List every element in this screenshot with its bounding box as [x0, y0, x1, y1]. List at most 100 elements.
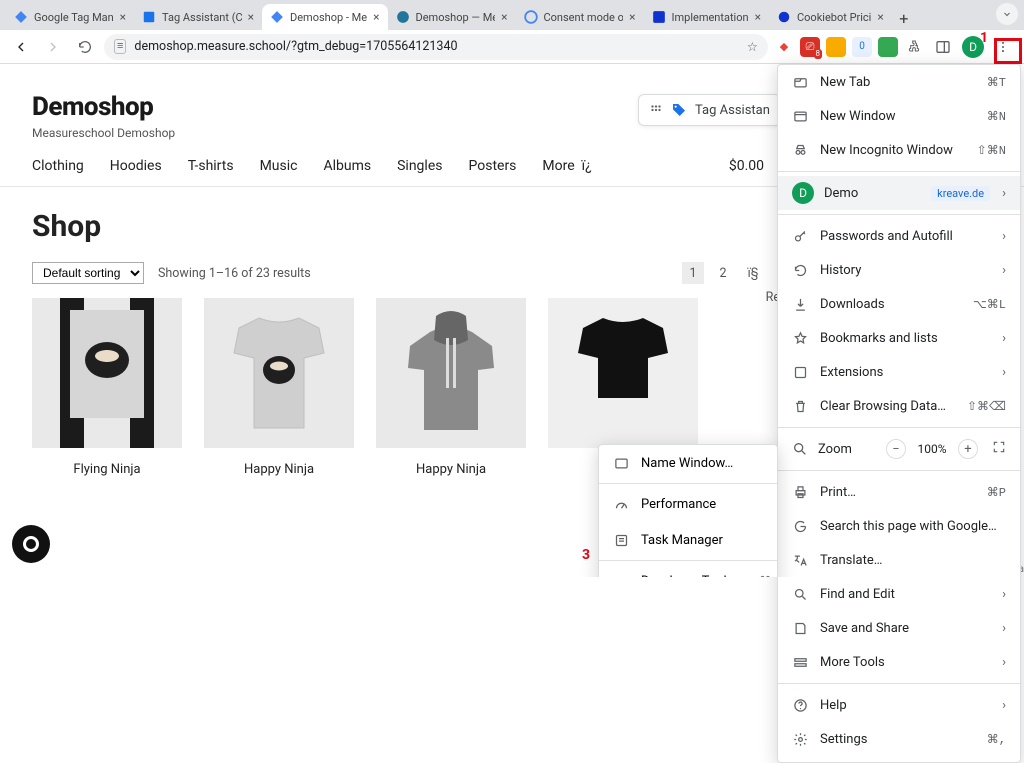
ext-icon-counter[interactable]: 0: [852, 37, 872, 57]
tag-assistant-pill[interactable]: Tag Assistan: [638, 94, 781, 126]
product-card[interactable]: Happy Ninja: [204, 298, 354, 477]
menu-incognito[interactable]: New Incognito Window ⇧⌘N: [778, 133, 1020, 167]
ext-icon-adblock[interactable]: ⎚: [800, 37, 820, 57]
chevron-right-icon: ›: [1002, 263, 1006, 278]
fullscreen-button[interactable]: [992, 440, 1006, 458]
page-next[interactable]: ï§: [742, 262, 764, 284]
menu-new-tab[interactable]: New Tab ⌘T: [778, 65, 1020, 99]
menu-clear-data[interactable]: Clear Browsing Data… ⇧⌘⌫: [778, 389, 1020, 423]
shop-controls: Default sorting Showing 1–16 of 23 resul…: [32, 262, 764, 284]
menu-find[interactable]: Find and Edit ›: [778, 577, 1020, 611]
tab-cookiebot-pricing[interactable]: Cookiebot Prici ×: [769, 4, 892, 30]
menu-downloads[interactable]: Downloads ⌥⌘L: [778, 287, 1020, 321]
close-icon[interactable]: ×: [501, 10, 507, 24]
zoom-in-button[interactable]: +: [958, 439, 978, 459]
tools-icon: [792, 654, 808, 670]
address-bar[interactable]: ≡ demoshop.measure.school/?gtm_debug=170…: [104, 34, 768, 60]
chrome-menu-button[interactable]: [990, 34, 1016, 60]
menu-bookmarks[interactable]: Bookmarks and lists ›: [778, 321, 1020, 355]
extensions-puzzle-icon[interactable]: [904, 37, 924, 57]
menu-extensions[interactable]: Extensions ›: [778, 355, 1020, 389]
tab-demoshop-active[interactable]: Demoshop - Me ×: [262, 4, 388, 30]
menu-history[interactable]: History ›: [778, 253, 1020, 287]
product-image: [376, 298, 526, 448]
ext-icon-amber[interactable]: [826, 37, 846, 57]
tab-implementation[interactable]: Implementation ×: [644, 4, 770, 30]
menu-developer-tools[interactable]: Developer Tools ⌥⌘I: [599, 563, 777, 577]
profile-avatar-icon: D: [792, 182, 814, 204]
menu-task-manager[interactable]: Task Manager: [599, 522, 777, 558]
nav-tshirts[interactable]: T-shirts: [188, 158, 234, 174]
back-button[interactable]: [8, 34, 34, 60]
close-icon[interactable]: ×: [373, 10, 379, 24]
window-icon: [792, 108, 808, 124]
nav-more[interactable]: More ï¿: [542, 158, 591, 174]
url-text: demoshop.measure.school/?gtm_debug=17055…: [134, 39, 457, 54]
ext-icon-green[interactable]: [878, 37, 898, 57]
close-icon[interactable]: ×: [248, 10, 254, 24]
tab-consent-mode[interactable]: Consent mode o ×: [516, 4, 644, 30]
chevron-right-icon: ›: [1002, 365, 1006, 380]
nav-hoodies[interactable]: Hoodies: [110, 158, 162, 174]
reload-button[interactable]: [72, 34, 98, 60]
product-card[interactable]: Happy Ninja: [376, 298, 526, 477]
menu-profile[interactable]: D Demo kreave.de ›: [778, 176, 1020, 210]
more-tools-submenu: Name Window… Performance Task Manager De…: [598, 444, 778, 577]
menu-print[interactable]: Print… ⌘P: [778, 475, 1020, 509]
incognito-icon: [792, 142, 808, 158]
ext-icon-1[interactable]: ◆: [774, 37, 794, 57]
chevron-right-icon: ›: [1002, 621, 1006, 636]
nav-singles[interactable]: Singles: [397, 158, 442, 174]
chevron-right-icon: ›: [1002, 331, 1006, 346]
nav-music[interactable]: Music: [260, 158, 298, 174]
sort-select[interactable]: Default sorting: [32, 262, 144, 284]
menu-performance[interactable]: Performance: [599, 486, 777, 522]
task-icon: [613, 532, 629, 548]
menu-passwords[interactable]: Passwords and Autofill ›: [778, 219, 1020, 253]
menu-search-google[interactable]: Search this page with Google…: [778, 509, 1020, 543]
site-settings-icon[interactable]: ≡: [114, 39, 126, 54]
page-1[interactable]: 1: [682, 262, 704, 284]
close-icon[interactable]: ×: [120, 10, 126, 24]
cookiebot-icon: [652, 10, 666, 24]
tag-icon: [671, 102, 687, 118]
menu-new-window[interactable]: New Window ⌘N: [778, 99, 1020, 133]
new-tab-button[interactable]: +: [892, 6, 916, 30]
translate-icon: [792, 552, 808, 568]
gear-icon: [792, 731, 808, 747]
product-card[interactable]: Flying Ninja: [32, 298, 182, 477]
window-controls-dropdown[interactable]: [996, 3, 1018, 25]
tab-google-tag-manager[interactable]: Google Tag Man ×: [6, 4, 134, 30]
zoom-out-button[interactable]: −: [886, 439, 906, 459]
tab-tag-assistant[interactable]: Tag Assistant (C ×: [134, 4, 262, 30]
page-2[interactable]: 2: [712, 262, 734, 284]
toolbar: ≡ demoshop.measure.school/?gtm_debug=170…: [0, 30, 1024, 64]
menu-settings[interactable]: Settings ⌘,: [778, 722, 1020, 756]
chevron-right-icon: ›: [1002, 587, 1006, 602]
site-subtitle: Measureschool Demoshop: [32, 126, 175, 140]
side-panel-icon[interactable]: [930, 34, 956, 60]
close-icon[interactable]: ×: [877, 10, 883, 24]
star-icon: [792, 330, 808, 346]
close-icon[interactable]: ×: [629, 10, 635, 24]
cart-link[interactable]: $0.00: [729, 158, 764, 174]
menu-more-tools[interactable]: More Tools ›: [778, 645, 1020, 679]
cookie-consent-fab[interactable]: [12, 525, 50, 563]
menu-translate[interactable]: Translate…: [778, 543, 1020, 577]
nav-posters[interactable]: Posters: [468, 158, 516, 174]
close-icon[interactable]: ×: [755, 10, 761, 24]
nav-clothing[interactable]: Clothing: [32, 158, 84, 174]
zoom-percent: 100%: [916, 442, 948, 456]
menu-save-share[interactable]: Save and Share ›: [778, 611, 1020, 645]
menu-help[interactable]: Help ›: [778, 688, 1020, 722]
tab-demoshop-wp[interactable]: Demoshop — Me ×: [388, 4, 516, 30]
bookmark-star-icon[interactable]: ☆: [747, 39, 758, 55]
nav-albums[interactable]: Albums: [323, 158, 371, 174]
chevron-right-icon: ›: [1002, 655, 1006, 670]
tag-assistant-label: Tag Assistan: [695, 103, 770, 118]
gauge-icon: [613, 496, 629, 512]
menu-name-window[interactable]: Name Window…: [599, 445, 777, 481]
product-image: [548, 298, 698, 448]
chevron-right-icon: ›: [1002, 229, 1006, 244]
forward-button[interactable]: [40, 34, 66, 60]
